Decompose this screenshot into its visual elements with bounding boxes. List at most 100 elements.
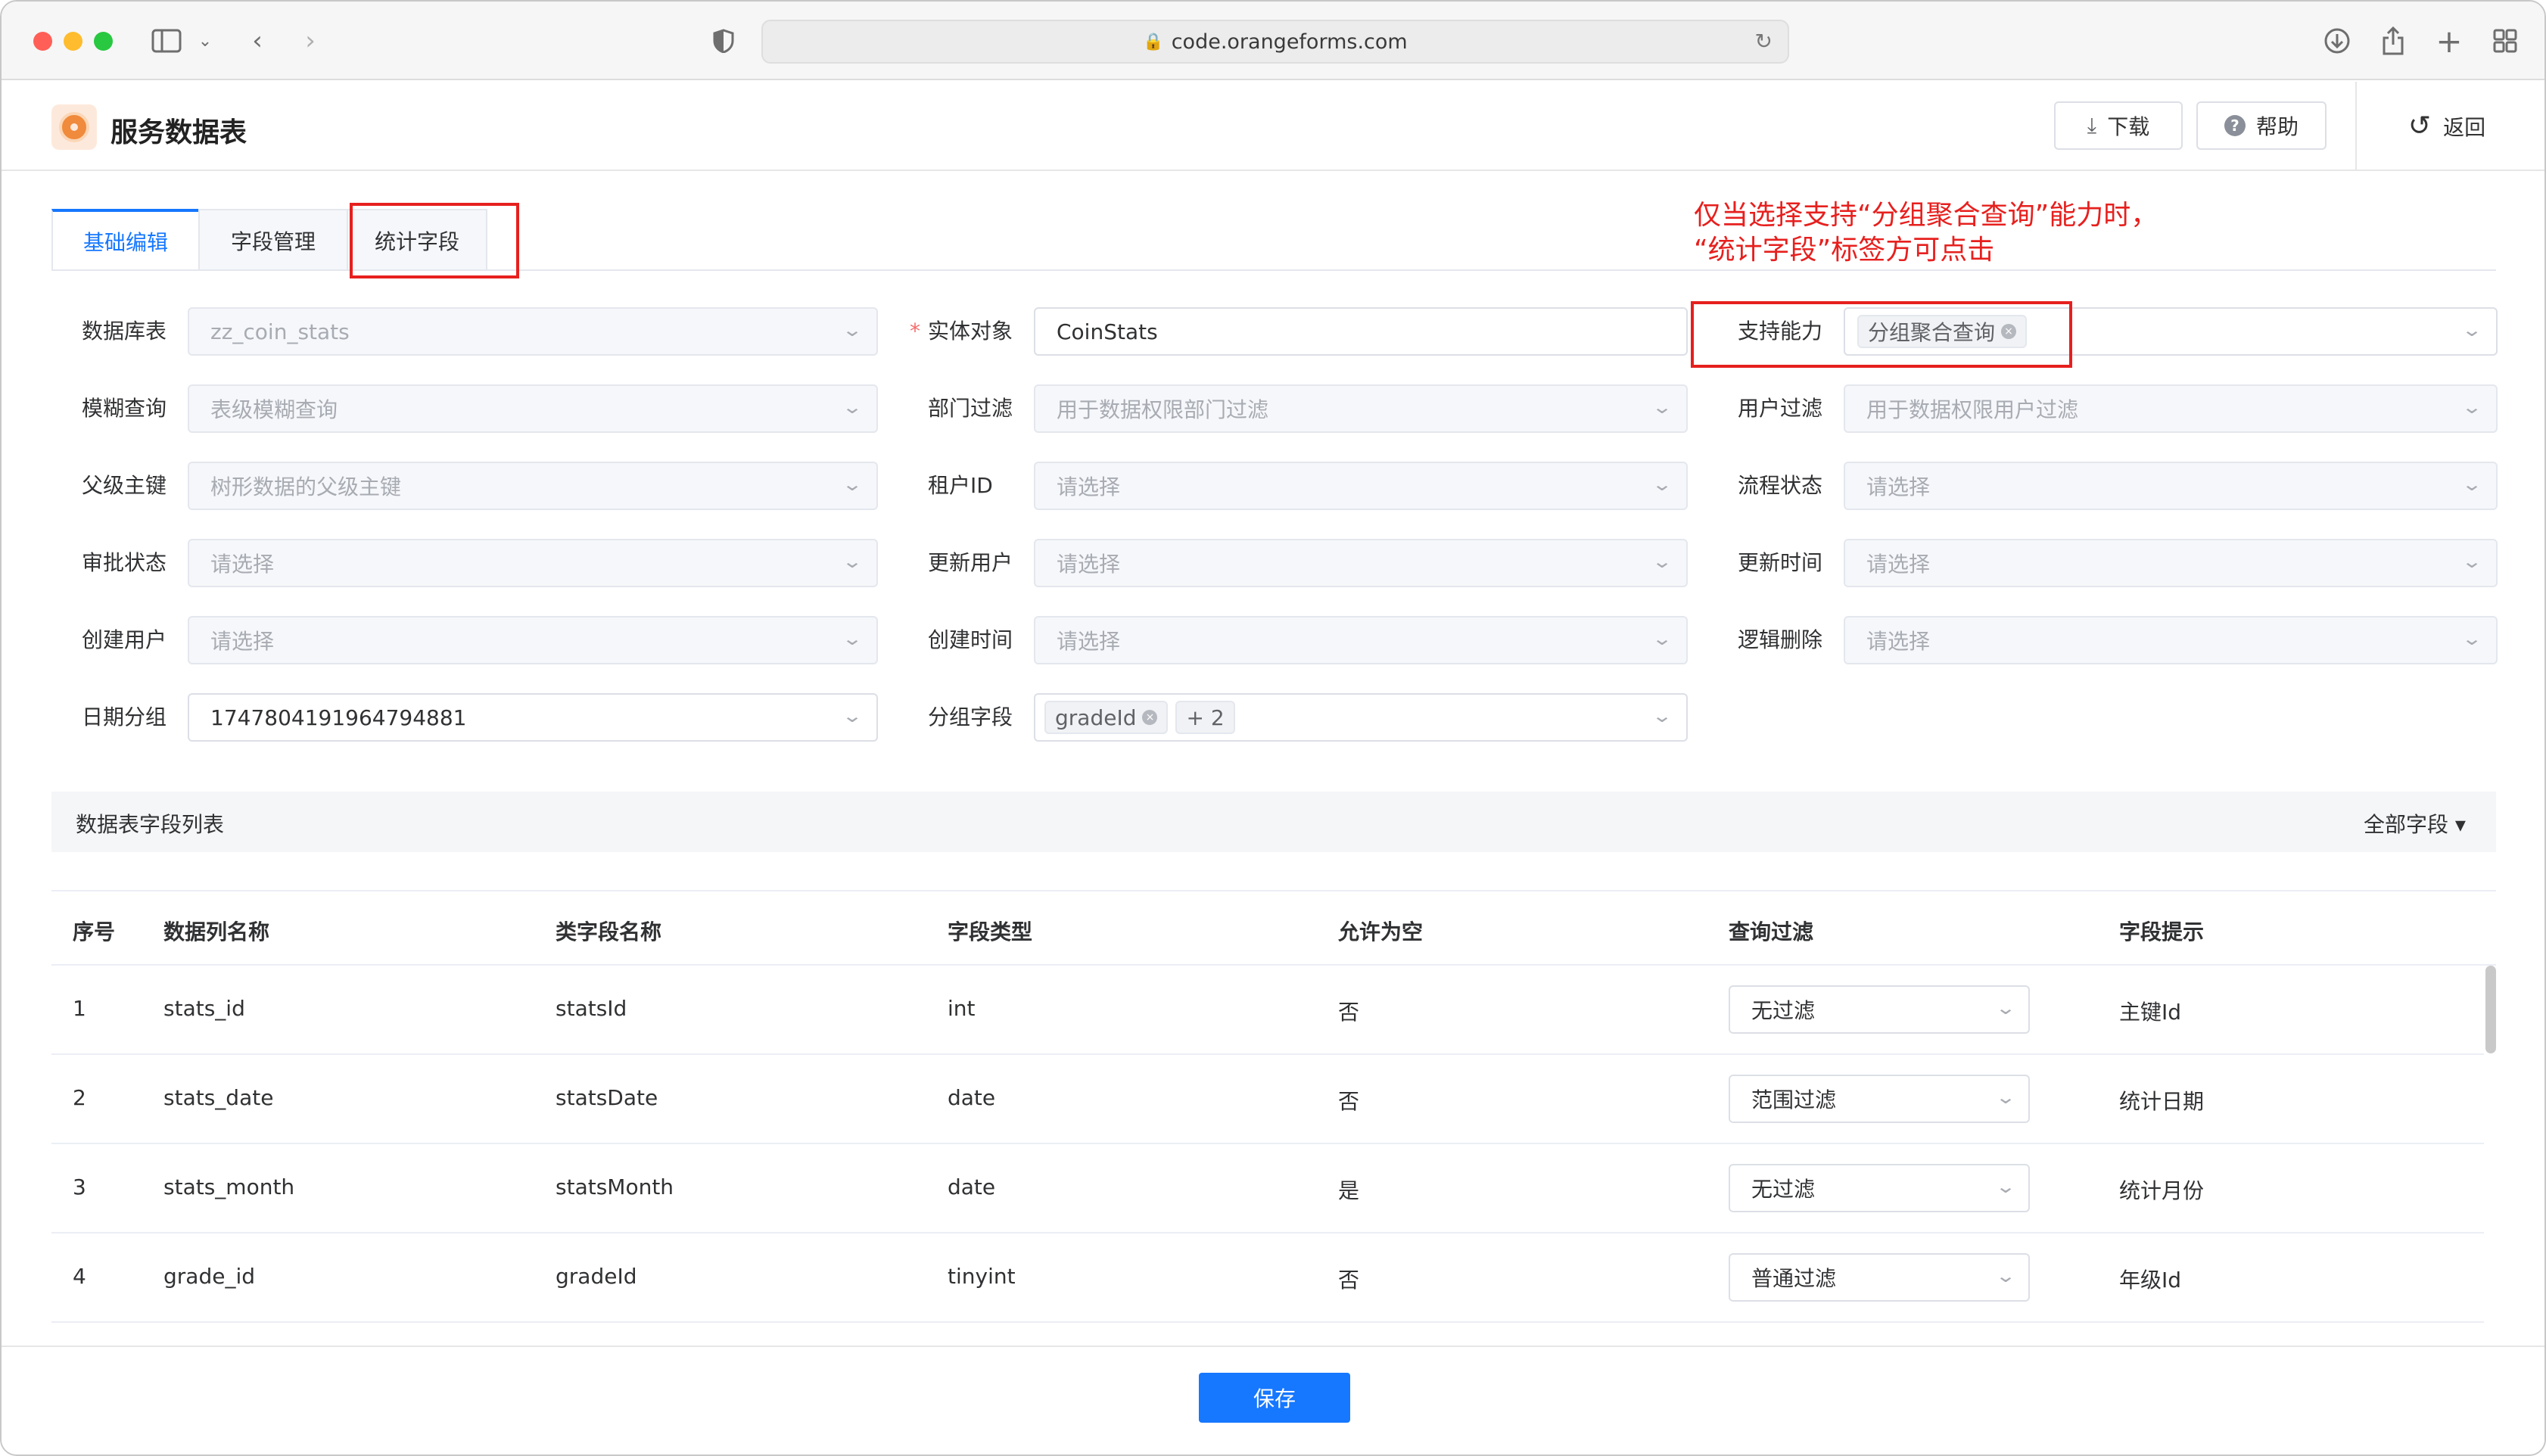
label-approval-status: 审批状态 <box>82 550 167 575</box>
url-text: code.orangeforms.com <box>1171 30 1408 54</box>
new-tab-icon[interactable]: + <box>2432 23 2466 60</box>
share-icon[interactable] <box>2376 23 2410 59</box>
chevron-down-icon: ⌄ <box>1651 705 1673 726</box>
flow-status-placeholder: 请选择 <box>1866 474 1931 499</box>
entity-object-value: CoinStats <box>1057 319 1158 344</box>
save-button[interactable]: 保存 <box>1199 1373 1350 1423</box>
table-scrollbar[interactable] <box>2485 966 2496 1053</box>
cell-no: 2 <box>73 1085 86 1110</box>
tab-field-management[interactable]: 字段管理 <box>198 209 348 271</box>
group-field-select[interactable]: gradeId × + 2 ⌄ <box>1034 693 1688 742</box>
zoom-window-button[interactable] <box>94 32 113 51</box>
tag-close-icon[interactable]: × <box>1142 710 1158 725</box>
date-group-value: 1747804191964794881 <box>210 705 467 730</box>
cell-field: statsMonth <box>556 1174 674 1199</box>
entity-object-input[interactable]: CoinStats <box>1034 307 1688 356</box>
update-time-placeholder: 请选择 <box>1866 552 1931 577</box>
help-button[interactable]: ? 帮助 <box>2196 101 2327 150</box>
cell-column: grade_id <box>163 1264 255 1289</box>
database-table-select[interactable]: zz_coin_stats ⌄ <box>188 307 878 356</box>
table-row[interactable]: 4 grade_id gradeId tinyint 否 普通过滤 ⌄ 年级Id <box>51 1234 2484 1323</box>
cell-hint: 年级Id <box>2119 1268 2182 1293</box>
group-field-more-tag: + 2 <box>1175 701 1235 734</box>
shield-icon[interactable] <box>708 23 739 59</box>
section-title: 数据表字段列表 <box>76 812 225 837</box>
cell-nullable: 否 <box>1338 1000 1360 1025</box>
annotation-line-2: “统计字段”标签方可点击 <box>1694 235 1995 266</box>
update-user-placeholder: 请选择 <box>1057 552 1121 577</box>
cell-no: 3 <box>73 1174 86 1199</box>
label-database-table: 数据库表 <box>82 319 167 344</box>
table-row[interactable]: 1 stats_id statsId int 否 无过滤 ⌄ 主键Id <box>51 966 2484 1055</box>
help-icon: ? <box>2224 115 2246 136</box>
all-fields-dropdown[interactable]: 全部字段 ▾ <box>2364 808 2466 838</box>
user-filter-placeholder: 用于数据权限用户过滤 <box>1866 397 2079 422</box>
query-filter-select[interactable]: 无过滤 ⌄ <box>1729 985 2030 1034</box>
user-filter-select[interactable]: 用于数据权限用户过滤 ⌄ <box>1844 384 2498 433</box>
back-button[interactable]: ↺ 返回 <box>2408 110 2485 142</box>
highlight-box-ability <box>1691 301 2072 368</box>
update-user-select[interactable]: 请选择 ⌄ <box>1034 539 1688 587</box>
create-user-placeholder: 请选择 <box>210 629 275 654</box>
download-icon[interactable] <box>2320 23 2354 59</box>
help-label: 帮助 <box>2255 114 2299 139</box>
column-header: 允许为空 <box>1338 919 1424 944</box>
footer-bar: 保存 <box>2 1346 2544 1454</box>
download-button[interactable]: ⤓ 下载 <box>2054 101 2183 150</box>
cell-column: stats_id <box>163 996 245 1021</box>
flow-status-select[interactable]: 请选择 ⌄ <box>1844 462 2498 510</box>
cell-no: 1 <box>73 996 86 1021</box>
forward-arrow-icon[interactable]: › <box>295 23 325 59</box>
dept-filter-select[interactable]: 用于数据权限部门过滤 ⌄ <box>1034 384 1688 433</box>
column-header: 序号 <box>73 919 116 944</box>
label-fuzzy-query: 模糊查询 <box>82 396 167 421</box>
database-table-value: zz_coin_stats <box>210 319 350 344</box>
parent-key-select[interactable]: 树形数据的父级主键 ⌄ <box>188 462 878 510</box>
highlight-box-tab <box>350 203 519 278</box>
column-header: 数据列名称 <box>163 919 270 944</box>
back-arrow-icon[interactable]: ‹ <box>242 23 272 59</box>
close-window-button[interactable] <box>33 32 52 51</box>
tenant-id-select[interactable]: 请选择 ⌄ <box>1034 462 1688 510</box>
logic-delete-select[interactable]: 请选择 ⌄ <box>1844 616 2498 664</box>
app-header: 服务数据表 ⤓ 下载 ? 帮助 ↺ 返回 <box>2 82 2544 171</box>
update-time-select[interactable]: 请选择 ⌄ <box>1844 539 2498 587</box>
query-filter-select[interactable]: 范围过滤 ⌄ <box>1729 1075 2030 1123</box>
cell-hint: 统计月份 <box>2119 1178 2205 1203</box>
minimize-window-button[interactable] <box>64 32 82 51</box>
chevron-down-icon: ⌄ <box>1994 1176 2017 1197</box>
reload-icon[interactable]: ↻ <box>1755 29 1773 54</box>
tab-overview-icon[interactable] <box>2488 23 2522 59</box>
approval-status-select[interactable]: 请选择 ⌄ <box>188 539 878 587</box>
chevron-down-icon[interactable]: ⌄ <box>194 23 216 59</box>
cell-hint: 主键Id <box>2119 1000 2182 1025</box>
create-time-select[interactable]: 请选择 ⌄ <box>1034 616 1688 664</box>
annotation-line-1: 仅当选择支持“分组聚合查询”能力时， <box>1694 200 2158 231</box>
column-header: 字段提示 <box>2119 919 2205 944</box>
cell-field: statsDate <box>556 1085 658 1110</box>
cell-nullable: 否 <box>1338 1268 1360 1293</box>
chevron-down-icon: ⌄ <box>1994 1087 2017 1108</box>
query-filter-select[interactable]: 普通过滤 ⌄ <box>1729 1253 2030 1302</box>
field-list-section: 数据表字段列表 全部字段 ▾ <box>51 792 2496 852</box>
address-bar[interactable]: 🔒 code.orangeforms.com ↻ <box>761 20 1789 64</box>
label-date-group: 日期分组 <box>82 705 167 730</box>
sidebar-icon[interactable] <box>148 23 185 59</box>
table-row[interactable]: 2 stats_date statsDate date 否 范围过滤 ⌄ 统计日期 <box>51 1055 2484 1144</box>
lock-icon: 🔒 <box>1143 32 1164 51</box>
label-update-time: 更新时间 <box>1738 550 1823 575</box>
tab-basic-edit[interactable]: 基础编辑 <box>51 209 200 271</box>
logic-delete-placeholder: 请选择 <box>1866 629 1931 654</box>
query-filter-select[interactable]: 无过滤 ⌄ <box>1729 1164 2030 1212</box>
header-divider <box>2355 82 2357 171</box>
table-row[interactable]: 3 stats_month statsMonth date 是 无过滤 ⌄ 统计月… <box>51 1144 2484 1234</box>
fuzzy-query-select[interactable]: 表级模糊查询 ⌄ <box>188 384 878 433</box>
chevron-down-icon: ⌄ <box>841 319 864 341</box>
date-group-select[interactable]: 1747804191964794881 ⌄ <box>188 693 878 742</box>
create-user-select[interactable]: 请选择 ⌄ <box>188 616 878 664</box>
cell-column: stats_month <box>163 1174 295 1199</box>
chevron-down-icon: ⌄ <box>2460 319 2483 341</box>
download-label: 下载 <box>2107 114 2150 139</box>
column-header: 查询过滤 <box>1729 919 1814 944</box>
label-tenant-id: 租户ID <box>928 473 993 498</box>
